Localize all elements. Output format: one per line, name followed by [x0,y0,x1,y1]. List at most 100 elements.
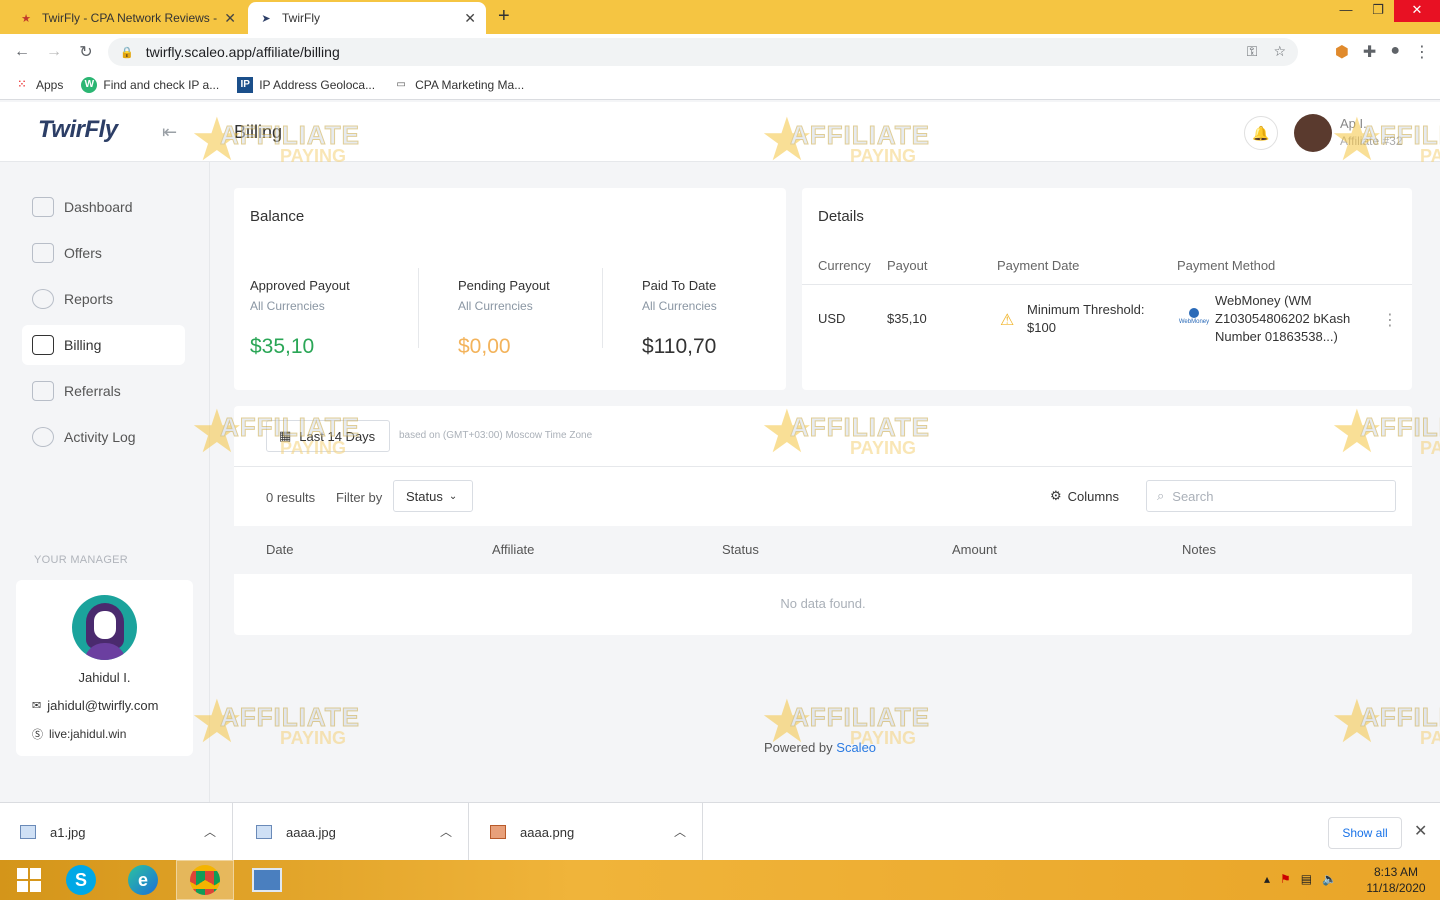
volume-icon[interactable]: 🔈 [1322,872,1337,886]
bookmark-star-icon[interactable]: ☆ [1273,43,1286,60]
scaleo-link[interactable]: Scaleo [836,740,876,755]
powered-prefix: Powered by [764,740,833,755]
header-payment-date: Payment Date [997,258,1080,273]
bookmark-label: CPA Marketing Ma... [415,77,525,92]
columns-button[interactable]: ⚙ Columns [1050,488,1119,504]
column-header-affiliate[interactable]: Affiliate [492,542,534,557]
twirfly-favicon-icon: ★ [21,12,31,25]
download-filename: aaaa.png [520,824,575,840]
referrals-icon [32,381,54,401]
columns-label: Columns [1067,488,1119,504]
download-filename: aaaa.jpg [286,824,336,840]
browser-tab-twirfly[interactable]: ➤ TwirFly ✕ [248,2,486,34]
sidebar-item-billing[interactable]: Billing [22,325,185,365]
puzzle-icon[interactable]: ✚ [1363,42,1376,62]
close-window-icon[interactable]: ✕ [1394,0,1440,22]
details-title: Details [818,208,864,225]
manager-skype[interactable]: live:jahidul.win [49,727,126,741]
pending-payout-label: Pending Payout [458,278,550,293]
watermark-logo: ★AFFILIATEPAYING [190,688,360,755]
profile-icon[interactable]: ● [1390,42,1400,62]
manager-email[interactable]: jahidul@twirfly.com [47,698,158,713]
start-button[interactable] [0,860,58,900]
new-tab-button[interactable]: + [498,5,510,28]
date-range-button[interactable]: ▦ Last 14 Days [266,420,390,452]
user-avatar[interactable] [1294,114,1332,152]
manager-avatar [72,595,137,660]
download-item[interactable]: aaaa.jpg ︿ [236,803,469,861]
approved-payout-block: Approved Payout All Currencies $35,10 [250,278,350,359]
sidebar-item-label: Billing [64,337,102,353]
system-clock[interactable]: 8:13 AM 11/18/2020 [1360,864,1432,896]
manager-skype-row[interactable]: Ⓢ live:jahidul.win [32,726,126,742]
bookmark-find-ip[interactable]: W Find and check IP a... [81,76,219,93]
sidebar-item-referrals[interactable]: Referrals [22,371,185,411]
chevron-up-icon[interactable]: ︿ [204,823,216,840]
more-options-icon[interactable]: ⋮ [1382,310,1398,330]
sidebar-item-label: Referrals [64,383,121,399]
header-payout: Payout [887,258,928,273]
show-all-button[interactable]: Show all [1328,817,1402,849]
browser-tab-reviews[interactable]: ★ TwirFly - CPA Network Reviews - ✕ [8,2,246,34]
chevron-up-icon[interactable]: ︿ [440,823,452,840]
status-filter-dropdown[interactable]: Status ⌄ [393,480,473,512]
manager-email-row[interactable]: ✉ jahidul@twirfly.com [32,698,158,713]
approved-payout-value: $35,10 [250,335,315,358]
edge-icon: e [128,865,158,895]
extension-icon[interactable]: ⬢ [1335,42,1349,62]
twirfly-favicon-icon: ➤ [261,12,271,25]
twirfly-logo[interactable]: TwirFly [38,116,118,144]
taskbar-edge[interactable]: e [114,860,172,900]
taskbar-chrome[interactable] [176,860,234,900]
dashboard-icon [32,197,54,217]
flag-icon[interactable]: ⚑ [1280,872,1291,886]
menu-dots-icon[interactable]: ⋮ [1414,42,1430,62]
key-icon[interactable]: ⚿ [1247,43,1258,60]
sidebar-item-label: Offers [64,245,102,261]
address-bar[interactable]: 🔒 twirfly.scaleo.app/affiliate/billing ⚿… [108,38,1298,66]
taskbar-photos[interactable] [238,860,296,900]
column-header-amount[interactable]: Amount [952,542,997,557]
row-payment-date: Minimum Threshold: $100 [1027,301,1145,337]
close-tab-icon[interactable]: ✕ [224,10,236,27]
sidebar-item-offers[interactable]: Offers [22,233,185,273]
network-icon[interactable]: ▤ [1301,872,1312,886]
watermark-line1: AFFILIATE [220,702,360,733]
method-line3: Number 01863538...) [1215,329,1338,344]
url-text: twirfly.scaleo.app/affiliate/billing [145,44,340,60]
bookmark-ip-geo[interactable]: IP IP Address Geoloca... [237,76,375,93]
bookmark-cpa[interactable]: ▭ CPA Marketing Ma... [393,77,524,93]
minimize-icon[interactable]: — [1330,0,1362,22]
column-header-date[interactable]: Date [266,542,293,557]
user-affiliate-id: Affiliate #32 [1340,134,1403,148]
reload-icon[interactable]: ↻ [70,42,102,62]
download-item[interactable]: aaaa.png ︿ [470,803,703,861]
column-header-status[interactable]: Status [722,542,759,557]
chevron-up-icon[interactable]: ︿ [674,823,686,840]
close-tab-icon[interactable]: ✕ [464,10,476,27]
approved-payout-label: Approved Payout [250,278,350,293]
row-payout: $35,10 [887,311,927,326]
balance-card: Balance Approved Payout All Currencies $… [234,188,786,390]
forward-icon[interactable]: → [38,43,70,61]
user-name[interactable]: Ap I. [1340,116,1367,131]
collapse-sidebar-icon[interactable]: ⇤ [162,122,177,143]
clock-date: 11/18/2020 [1366,881,1426,895]
close-shelf-icon[interactable]: ✕ [1414,821,1427,841]
back-icon[interactable]: ← [6,43,38,61]
sidebar-item-activity-log[interactable]: Activity Log [22,417,185,457]
column-header-notes[interactable]: Notes [1182,542,1216,557]
download-item[interactable]: a1.jpg ︿ [0,803,233,861]
webmoney-logo-icon: WebMoney [1178,308,1210,332]
search-input[interactable]: ⌕ Search [1146,480,1396,512]
sidebar-item-reports[interactable]: Reports [22,279,185,319]
notification-bell-icon[interactable]: 🔔 [1244,116,1278,150]
taskbar-skype[interactable]: S [52,860,110,900]
paid-to-date-block: Paid To Date All Currencies $110,70 [642,278,717,359]
system-tray: ▴ ⚑ ▤ 🔈 [1264,872,1337,886]
tray-expand-icon[interactable]: ▴ [1264,872,1270,886]
app-root: TwirFly ⇤ Billing 🔔 Ap I. Affiliate #32 … [0,102,1440,802]
bookmark-apps[interactable]: ⁙ Apps [14,77,64,93]
sidebar-item-dashboard[interactable]: Dashboard [22,187,185,227]
restore-icon[interactable]: ❐ [1362,0,1394,22]
